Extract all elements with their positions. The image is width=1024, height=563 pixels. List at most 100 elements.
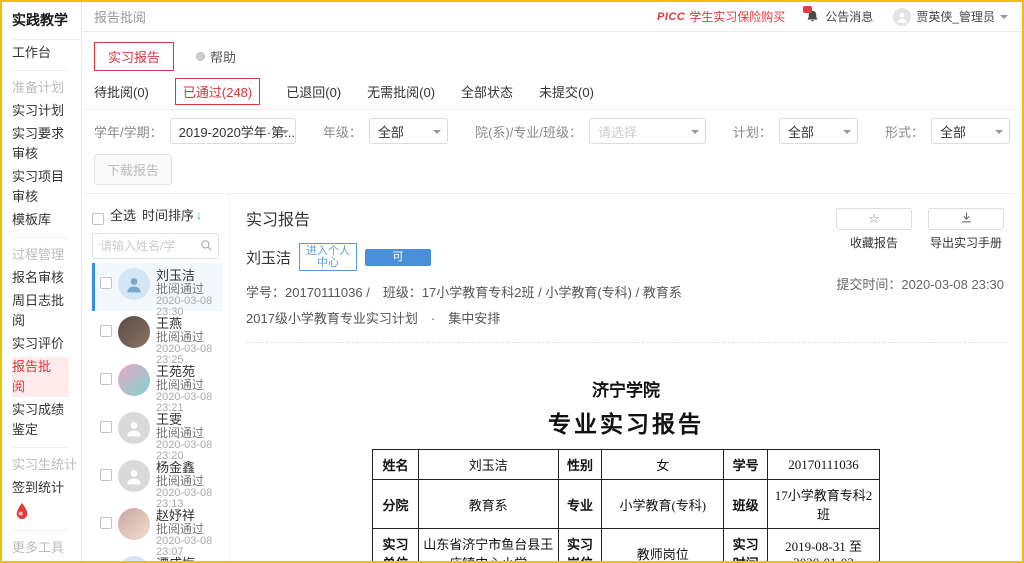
plan-filter-label: 计划： — [733, 122, 772, 141]
class-select[interactable]: 请选择 — [589, 118, 706, 144]
status-tab-all[interactable]: 全部状态 — [461, 82, 513, 101]
sidebar-section-more-tools: 更多工具 — [12, 538, 81, 558]
export-handbook-button[interactable]: 导出实习手册 — [928, 208, 1004, 251]
student-list-panel: 全选 时间排序 ↓ — [82, 194, 230, 563]
sidebar-title: 实践教学 — [12, 2, 81, 40]
time-sort-control[interactable]: 时间排序 ↓ — [142, 205, 202, 224]
student-row[interactable]: 王雯批阅通过2020-03-0823:20 — [92, 407, 223, 455]
student-avatar — [118, 508, 150, 540]
document-title: 专业实习报告 — [372, 405, 880, 439]
form-filter-label: 形式： — [885, 122, 924, 141]
student-checkbox[interactable] — [100, 325, 112, 337]
search-box — [92, 233, 219, 259]
sidebar: 实践教学 工作台 准备计划 实习计划 实习要求审核 实习项目审核 模板库 过程管… — [2, 2, 82, 561]
sidebar-item-practice-plan[interactable]: 实习计划 — [12, 101, 81, 121]
term-select[interactable]: 2019-2020学年·第... — [170, 118, 296, 144]
table-row: 姓名刘玉洁 性别女 学号20170111036 — [373, 450, 880, 480]
insurance-purchase-link[interactable]: PICC 学生实习保险购买 — [657, 8, 785, 25]
topbar-right: PICC 学生实习保险购买 公告消息 贾英侠_管理员 — [657, 8, 1008, 26]
table-row: 分院教育系 专业小学教育(专科) 班级17小学教育专科2班 — [373, 480, 880, 529]
sidebar-item-workbench[interactable]: 工作台 — [12, 43, 81, 63]
status-tab-pending[interactable]: 待批阅(0) — [94, 82, 149, 101]
student-checkbox[interactable] — [100, 373, 112, 385]
table-row: 实习单位山东省济宁市鱼台县王庙镇中心小学 实习岗位教师岗位 实习时间2019-0… — [373, 529, 880, 563]
tab-practice-report[interactable]: 实习报告 — [94, 42, 174, 71]
notification-badge — [803, 6, 812, 13]
student-row[interactable]: 王燕批阅通过2020-03-0823:25 — [92, 311, 223, 359]
sidebar-item-template-library[interactable]: 模板库 — [12, 210, 81, 230]
plan-select[interactable]: 全部 — [779, 118, 858, 144]
student-row[interactable]: 王苑苑批阅通过2020-03-0823:21 — [92, 359, 223, 407]
sidebar-item-practice-evaluation[interactable]: 实习评价 — [12, 334, 81, 354]
download-report-button[interactable]: 下载报告 — [94, 154, 172, 185]
divider — [246, 342, 1006, 343]
student-checkbox[interactable] — [100, 517, 112, 529]
hot-drop-icon — [14, 502, 81, 523]
status-tab-strip: 待批阅(0) 已通过(248) 已退回(0) 无需批阅(0) 全部状态 未提交(… — [82, 71, 1022, 110]
student-row[interactable]: 杨金鑫批阅通过2020-03-0823:13 — [92, 455, 223, 503]
report-detail-panel: 实习报告 刘玉洁 进入个人中心 可 学号：20170111036 / 班级：17… — [230, 194, 1022, 563]
report-table: 姓名刘玉洁 性别女 学号20170111036 分院教育系 专业小学教育(专科)… — [372, 449, 880, 563]
favorite-report-button[interactable]: ☆ 收藏报告 — [836, 208, 912, 251]
sort-arrow-icon: ↓ — [196, 208, 202, 222]
student-avatar — [118, 412, 150, 444]
status-tab-unsubmitted[interactable]: 未提交(0) — [539, 82, 594, 101]
sidebar-item-project-review[interactable]: 实习项目审核 — [12, 167, 81, 207]
sidebar-item-signup-review[interactable]: 报名审核 — [12, 268, 81, 288]
main-panel: 实习报告 帮助 待批阅(0) 已通过(248) 已退回(0) 无需批阅(0) 全… — [82, 32, 1022, 563]
form-select[interactable]: 全部 — [931, 118, 1010, 144]
status-tab-returned[interactable]: 已退回(0) — [286, 82, 341, 101]
student-checkbox[interactable] — [100, 469, 112, 481]
user-menu[interactable]: 贾英侠_管理员 — [893, 8, 1008, 26]
student-avatar — [118, 364, 150, 396]
filter-bar: 学年/学期： 2019-2020学年·第... 年级： 全部 院(系)/专业/班… — [82, 110, 1022, 150]
tab-help[interactable]: 帮助 — [196, 47, 236, 66]
student-checkbox[interactable] — [100, 277, 112, 289]
user-avatar — [893, 8, 911, 26]
sidebar-item-requirement-review[interactable]: 实习要求审核 — [12, 124, 81, 164]
submit-time: 提交时间：2020-03-08 23:30 — [836, 274, 1004, 293]
student-avatar — [118, 268, 150, 300]
term-filter-label: 学年/学期： — [94, 122, 163, 141]
student-row[interactable]: 谭成梅批阅通过2020-03-0823:05 — [92, 551, 223, 563]
toolbar: 下载报告 — [82, 150, 1022, 193]
document-school: 济宁学院 — [372, 376, 880, 401]
student-avatar — [118, 460, 150, 492]
status-tab-approved[interactable]: 已通过(248) — [175, 78, 260, 105]
sidebar-item-grade-appraisal[interactable]: 实习成绩鉴定 — [12, 400, 81, 440]
select-all-label: 全选 — [110, 205, 136, 224]
student-row[interactable]: 赵妤祥批阅通过2020-03-0823:07 — [92, 503, 223, 551]
app-window: 实践教学 工作台 准备计划 实习计划 实习要求审核 实习项目审核 模板库 过程管… — [0, 0, 1024, 563]
plan-line: 2017级小学教育专业实习计划 · 集中安排 — [246, 308, 1006, 327]
sidebar-section-statistics: 实习生统计 — [12, 455, 81, 475]
help-icon — [196, 52, 205, 61]
user-name: 贾英侠_管理员 — [916, 8, 995, 25]
student-avatar — [118, 316, 150, 348]
student-avatar — [118, 556, 150, 563]
student-checkbox[interactable] — [100, 421, 112, 433]
chevron-down-icon — [1000, 15, 1008, 23]
report-document: 济宁学院 专业实习报告 姓名刘玉洁 性别女 学号20170111036 分院教育… — [372, 376, 880, 563]
profile-link[interactable]: 进入个人中心 — [299, 243, 357, 271]
search-icon — [200, 239, 213, 257]
student-row[interactable]: 刘玉洁批阅通过2020-03-0823:30 — [92, 263, 223, 311]
content-area: 报告批阅 PICC 学生实习保险购买 公告消息 贾 — [82, 2, 1022, 561]
sidebar-item-report-review[interactable]: 报告批阅 — [12, 357, 69, 397]
status-tab-no-review[interactable]: 无需批阅(0) — [367, 82, 435, 101]
sidebar-section-process: 过程管理 — [12, 245, 81, 265]
star-icon: ☆ — [868, 211, 880, 227]
download-icon — [960, 211, 973, 227]
topbar: 报告批阅 PICC 学生实习保险购买 公告消息 贾 — [82, 2, 1022, 32]
class-filter-label: 院(系)/专业/班级： — [475, 122, 582, 141]
announcements-label: 公告消息 — [825, 8, 873, 25]
grade-badge: 可 — [365, 249, 431, 266]
announcements-button[interactable]: 公告消息 — [805, 8, 873, 25]
grade-select[interactable]: 全部 — [369, 118, 448, 144]
content-split: 全选 时间排序 ↓ — [82, 193, 1022, 563]
select-all-checkbox[interactable] — [92, 213, 104, 225]
sort-label: 时间排序 — [142, 205, 194, 224]
favorite-label: 收藏报告 — [836, 234, 912, 251]
sidebar-item-weekly-log-review[interactable]: 周日志批阅 — [12, 291, 81, 331]
tab-help-label: 帮助 — [210, 47, 236, 66]
sidebar-item-checkin-statistics[interactable]: 签到统计 — [12, 478, 81, 498]
